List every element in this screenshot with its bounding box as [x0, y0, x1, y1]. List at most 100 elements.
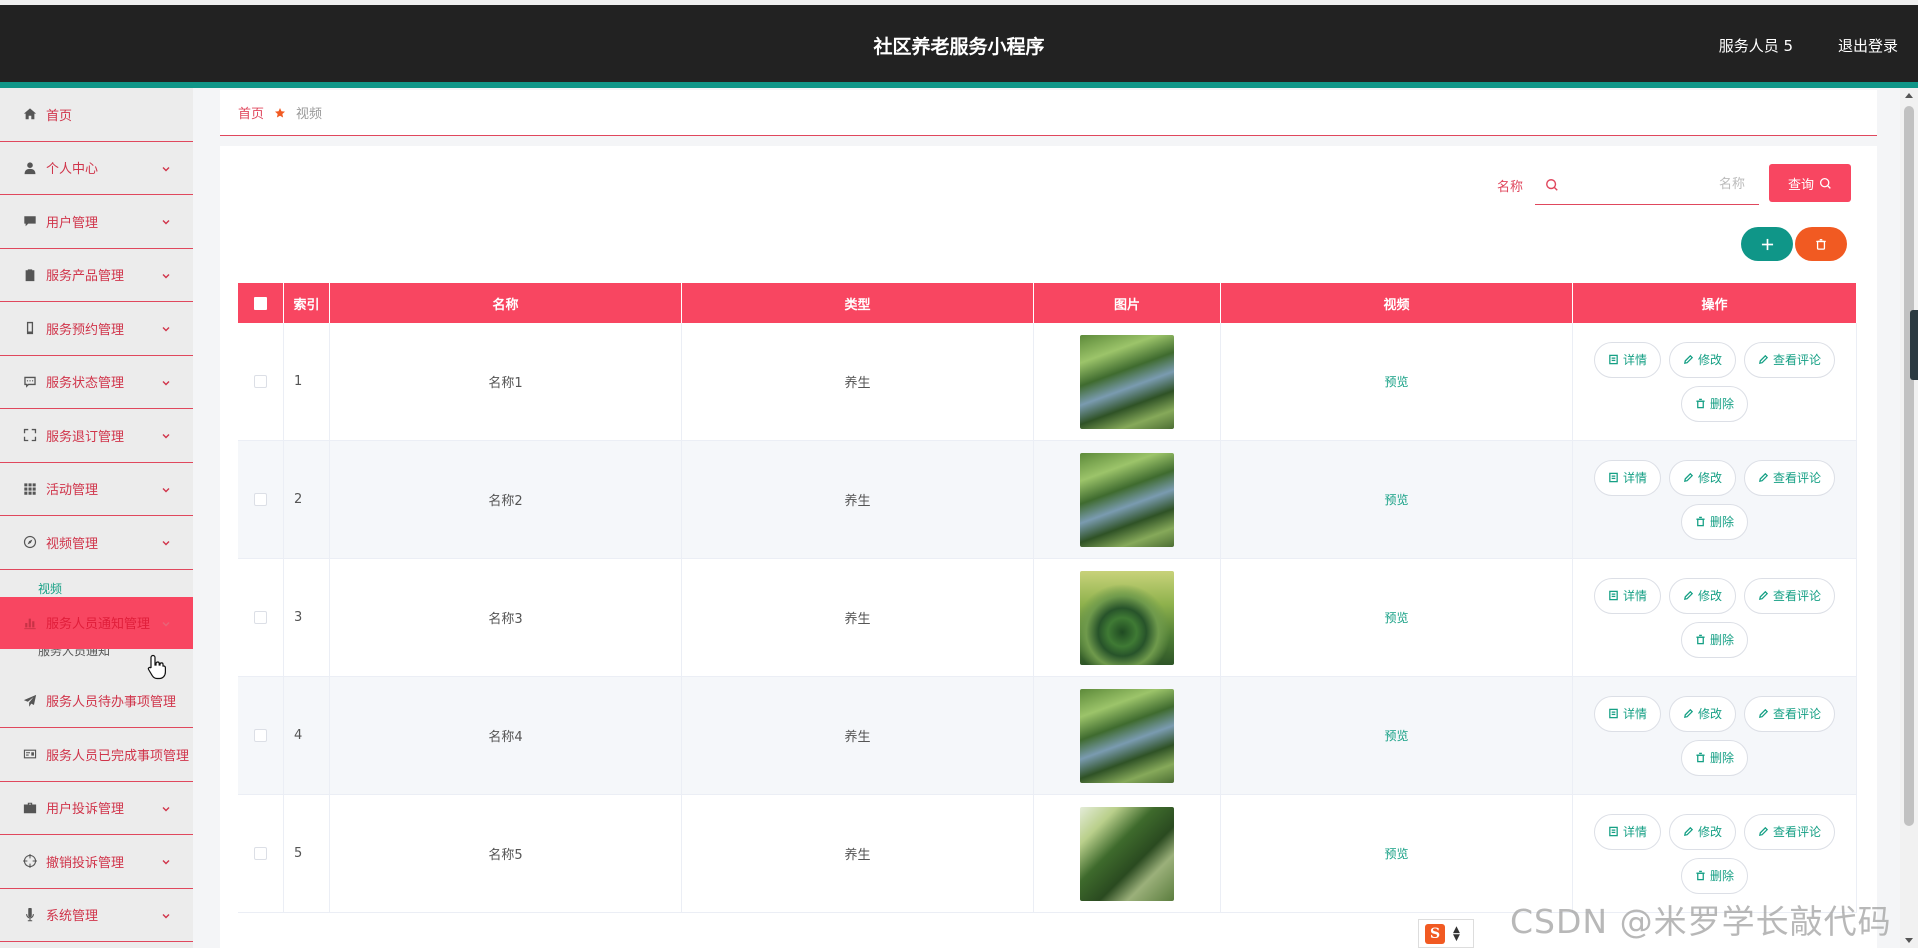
- action-label: 修改: [1697, 825, 1722, 839]
- detail-button[interactable]: 详情: [1593, 459, 1661, 496]
- row-checkbox[interactable]: [254, 847, 267, 860]
- bar-chart-icon: [22, 615, 37, 630]
- sidebar-item-service-booking[interactable]: 服务预约管理: [0, 302, 193, 356]
- home-icon: [22, 107, 37, 122]
- search-input[interactable]: [1565, 166, 1745, 203]
- video-preview-link[interactable]: 预览: [1384, 845, 1408, 862]
- edit-button[interactable]: 修改: [1668, 695, 1736, 732]
- edit-button[interactable]: 修改: [1668, 341, 1736, 378]
- thumbnail-image[interactable]: [1080, 806, 1174, 901]
- video-preview-link[interactable]: 预览: [1384, 727, 1408, 744]
- row-actions: 详情 修改 查看评论删除: [1573, 323, 1857, 440]
- table-row: 3 名称3 养生 预览 详情 修改 查看评论 删除: [238, 559, 1857, 677]
- thumbnail-image[interactable]: [1080, 570, 1174, 665]
- action-label: 详情: [1622, 707, 1647, 721]
- detail-button[interactable]: 详情: [1593, 813, 1661, 850]
- table-row: 2 名称2 养生 预览 详情 修改 查看评论 删除: [238, 441, 1857, 559]
- pencil-icon: [1758, 708, 1769, 719]
- ime-toolbar[interactable]: S ▲ ▼: [1418, 919, 1474, 948]
- video-preview-link[interactable]: 预览: [1384, 373, 1408, 390]
- action-label: 删除: [1709, 515, 1734, 529]
- detail-button[interactable]: 详情: [1593, 577, 1661, 614]
- thumbnail-image[interactable]: [1080, 334, 1174, 429]
- pencil-icon: [1683, 708, 1694, 719]
- scrollbar-thumb[interactable]: [1904, 106, 1914, 826]
- video-preview-link[interactable]: 预览: [1384, 491, 1408, 508]
- sidebar-item-withdraw-complaints[interactable]: 撤销投诉管理: [0, 835, 193, 889]
- table-body: 1 名称1 养生 预览 详情 修改 查看评论 删除 2 名称2 养生 预览 详情 修改 查看评论 删除 3 名称3…: [238, 323, 1857, 913]
- row-type: 养生: [682, 677, 1034, 794]
- row-name: 名称3: [330, 559, 682, 676]
- sidebar-item-activities[interactable]: 活动管理: [0, 463, 193, 516]
- add-button[interactable]: [1741, 227, 1793, 261]
- edit-button[interactable]: 修改: [1668, 577, 1736, 614]
- batch-delete-button[interactable]: [1795, 227, 1847, 261]
- sidebar-item-service-status[interactable]: 服务状态管理: [0, 356, 193, 409]
- row-video-cell: 预览: [1221, 323, 1573, 440]
- breadcrumb-home[interactable]: 首页: [238, 103, 264, 122]
- row-select-cell: [238, 441, 284, 558]
- chevron-down-icon: [161, 216, 171, 226]
- side-widget-tab[interactable]: [1910, 310, 1918, 380]
- edit-button[interactable]: 修改: [1668, 459, 1736, 496]
- sidebar-item-label: 活动管理: [46, 483, 99, 499]
- sidebar-item-staff-done[interactable]: 服务人员已完成事项管理: [0, 728, 193, 782]
- view-comments-button[interactable]: 查看评论: [1744, 341, 1836, 378]
- chevron-down-icon: [161, 323, 171, 333]
- row-checkbox[interactable]: [254, 375, 267, 388]
- delete-button[interactable]: 删除: [1680, 385, 1748, 422]
- sidebar-item-service-cancel[interactable]: 服务退订管理: [0, 409, 193, 463]
- sidebar-subitem-video[interactable]: 视频: [0, 570, 193, 597]
- sidebar-item-label: 撤销投诉管理: [46, 855, 125, 871]
- detail-button[interactable]: 详情: [1593, 695, 1661, 732]
- sidebar-item-complaints[interactable]: 用户投诉管理: [0, 782, 193, 835]
- view-comments-button[interactable]: 查看评论: [1744, 813, 1836, 850]
- row-index: 1: [284, 323, 330, 440]
- pencil-icon: [1683, 354, 1694, 365]
- row-name: 名称5: [330, 795, 682, 912]
- view-comments-button[interactable]: 查看评论: [1744, 459, 1836, 496]
- row-checkbox[interactable]: [254, 493, 267, 506]
- view-comments-button[interactable]: 查看评论: [1744, 577, 1836, 614]
- table-row: 4 名称4 养生 预览 详情 修改 查看评论 删除: [238, 677, 1857, 795]
- sidebar-item-system[interactable]: 系统管理: [0, 889, 193, 942]
- row-actions: 详情 修改 查看评论删除: [1573, 677, 1857, 794]
- view-comments-button[interactable]: 查看评论: [1744, 695, 1836, 732]
- header-video: 视频: [1221, 283, 1573, 323]
- sidebar-item-videos[interactable]: 视频管理: [0, 516, 193, 570]
- row-checkbox[interactable]: [254, 729, 267, 742]
- app-title: 社区养老服务小程序: [873, 36, 1045, 58]
- sidebar-item-label: 视频管理: [46, 536, 99, 552]
- delete-button[interactable]: 删除: [1680, 857, 1748, 894]
- page-scrollbar[interactable]: [1900, 88, 1918, 948]
- header-select-all[interactable]: [238, 283, 284, 323]
- sidebar-item-staff-notice[interactable]: 服务人员通知管理: [0, 596, 193, 649]
- breadcrumb-current: 视频: [296, 107, 323, 122]
- scroll-up-icon[interactable]: [1905, 93, 1913, 98]
- row-checkbox[interactable]: [254, 611, 267, 624]
- thumbnail-image[interactable]: [1080, 688, 1174, 783]
- delete-button[interactable]: 删除: [1680, 503, 1748, 540]
- select-all-checkbox[interactable]: [254, 296, 267, 310]
- thumbnail-image[interactable]: [1080, 452, 1174, 547]
- delete-button[interactable]: 删除: [1680, 621, 1748, 658]
- search-button[interactable]: 查询: [1769, 164, 1851, 202]
- row-index: 4: [284, 677, 330, 794]
- edit-button[interactable]: 修改: [1668, 813, 1736, 850]
- sidebar-item-users[interactable]: 用户管理: [0, 195, 193, 249]
- action-label: 查看评论: [1773, 353, 1822, 367]
- detail-button[interactable]: 详情: [1593, 341, 1661, 378]
- delete-button[interactable]: 删除: [1680, 739, 1748, 776]
- row-type: 养生: [682, 441, 1034, 558]
- action-label: 修改: [1697, 707, 1722, 721]
- sidebar-item-staff-todo[interactable]: 服务人员待办事项管理: [0, 675, 193, 728]
- chevron-down-icon: [161, 910, 171, 920]
- logout-link[interactable]: 退出登录: [1838, 35, 1898, 56]
- sidebar-item-service-products[interactable]: 服务产品管理: [0, 249, 193, 302]
- action-label: 查看评论: [1773, 825, 1822, 839]
- row-index: 3: [284, 559, 330, 676]
- sidebar-item-home[interactable]: 首页: [0, 88, 193, 142]
- video-preview-link[interactable]: 预览: [1384, 609, 1408, 626]
- scroll-down-icon[interactable]: [1905, 938, 1913, 943]
- sidebar-item-profile[interactable]: 个人中心: [0, 142, 193, 195]
